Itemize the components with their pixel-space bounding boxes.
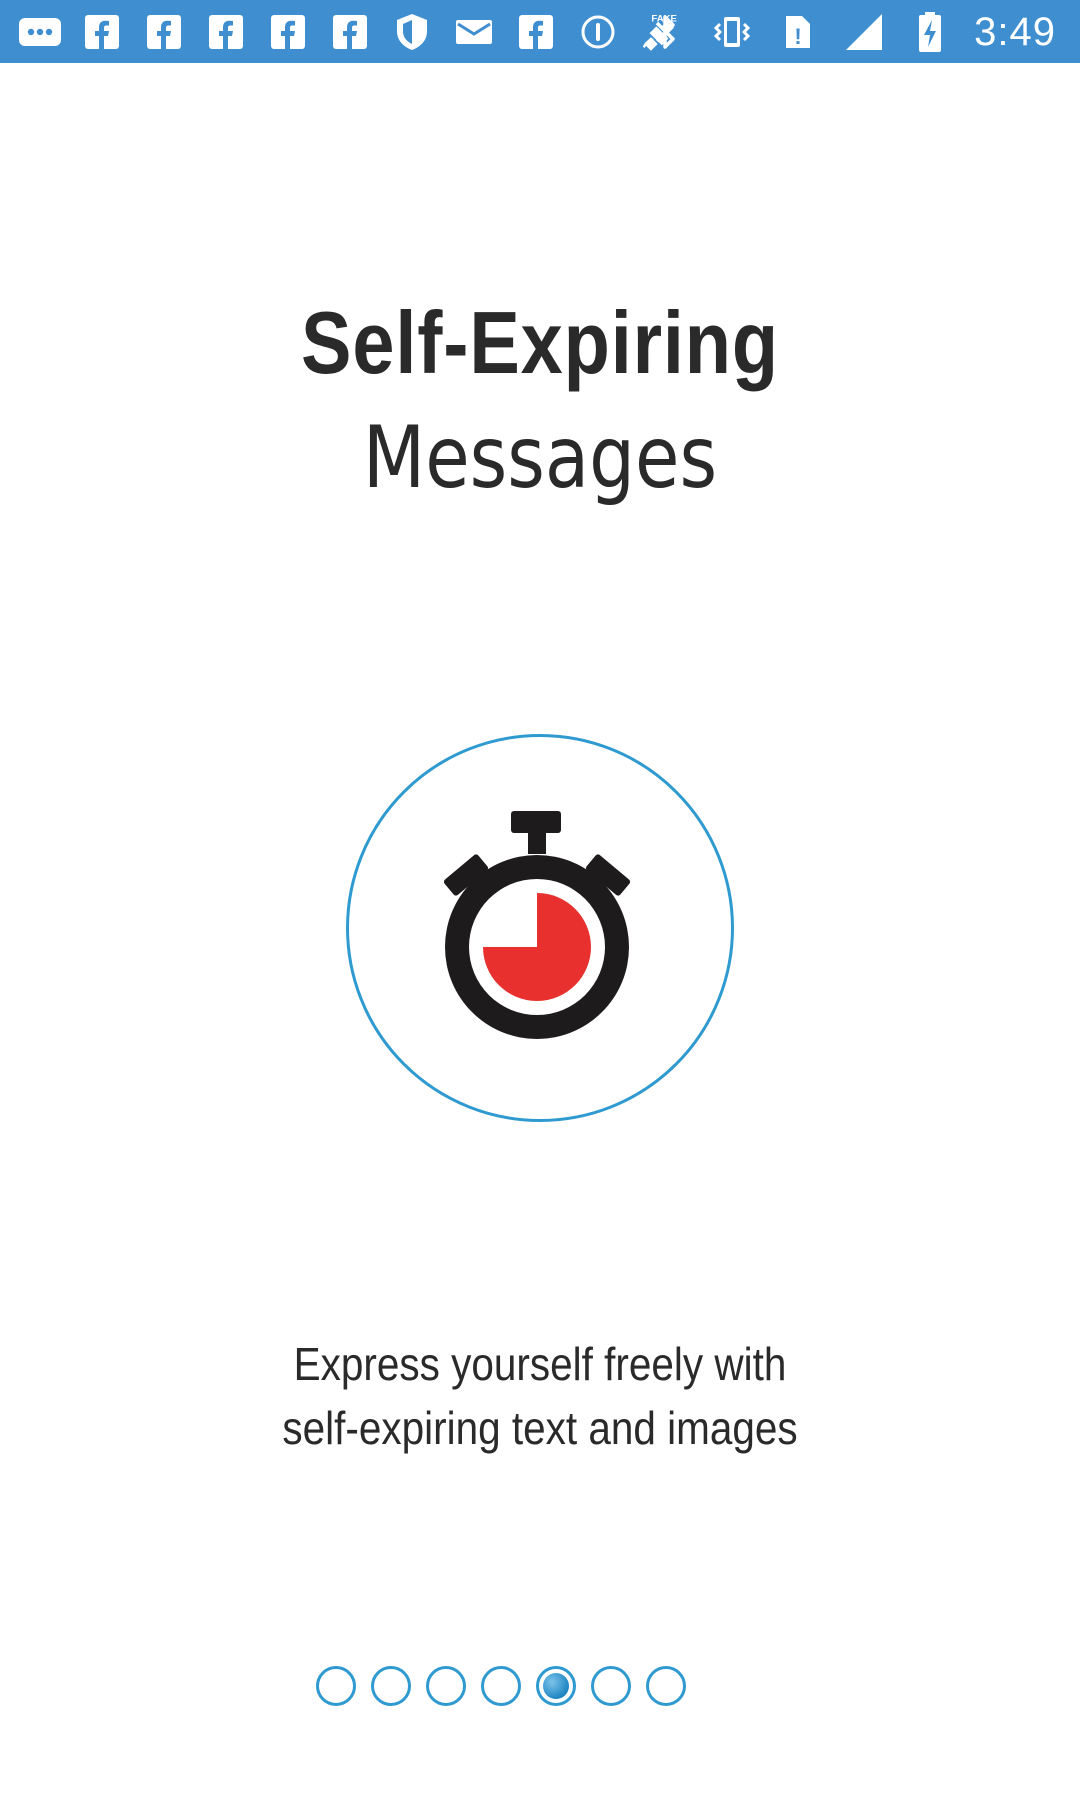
signal-icon — [842, 10, 886, 54]
mail-icon — [452, 10, 496, 54]
page-indicator — [316, 1666, 686, 1712]
stopwatch-icon — [443, 811, 631, 1039]
page-dot-7[interactable] — [646, 1666, 686, 1706]
more-dots-icon — [18, 10, 62, 54]
onboarding-title: Self-Expiring — [301, 293, 779, 392]
facebook-icon — [80, 10, 124, 54]
description-line: Express yourself freely with — [293, 1338, 787, 1390]
shield-icon — [390, 10, 434, 54]
page-dot-6[interactable] — [591, 1666, 631, 1706]
facebook-icon — [266, 10, 310, 54]
facebook-icon — [514, 10, 558, 54]
status-clock: 3:49 — [974, 10, 1056, 54]
page-dot-1[interactable] — [316, 1666, 356, 1706]
battery-charging-icon — [908, 10, 952, 54]
page-dot-2[interactable] — [371, 1666, 411, 1706]
status-bar: FAKE ! 3:49 — [0, 0, 1080, 63]
bluetooth-icon — [644, 10, 688, 54]
system-status-icons: ! 3:49 — [644, 10, 1056, 54]
svg-text:!: ! — [794, 24, 801, 49]
notification-icons: FAKE — [18, 10, 682, 54]
facebook-icon — [204, 10, 248, 54]
vibrate-icon — [710, 10, 754, 54]
facebook-icon — [142, 10, 186, 54]
onboarding-description: Express yourself freely with self-expiri… — [65, 1332, 1015, 1460]
onboarding-subtitle: Messages — [362, 408, 718, 508]
info-circle-icon — [576, 10, 620, 54]
facebook-icon — [328, 10, 372, 54]
page-dot-4[interactable] — [481, 1666, 521, 1706]
page-dot-3[interactable] — [426, 1666, 466, 1706]
page-dot-5[interactable] — [536, 1666, 576, 1706]
no-sim-icon: ! — [776, 10, 820, 54]
description-line: self-expiring text and images — [282, 1402, 798, 1454]
